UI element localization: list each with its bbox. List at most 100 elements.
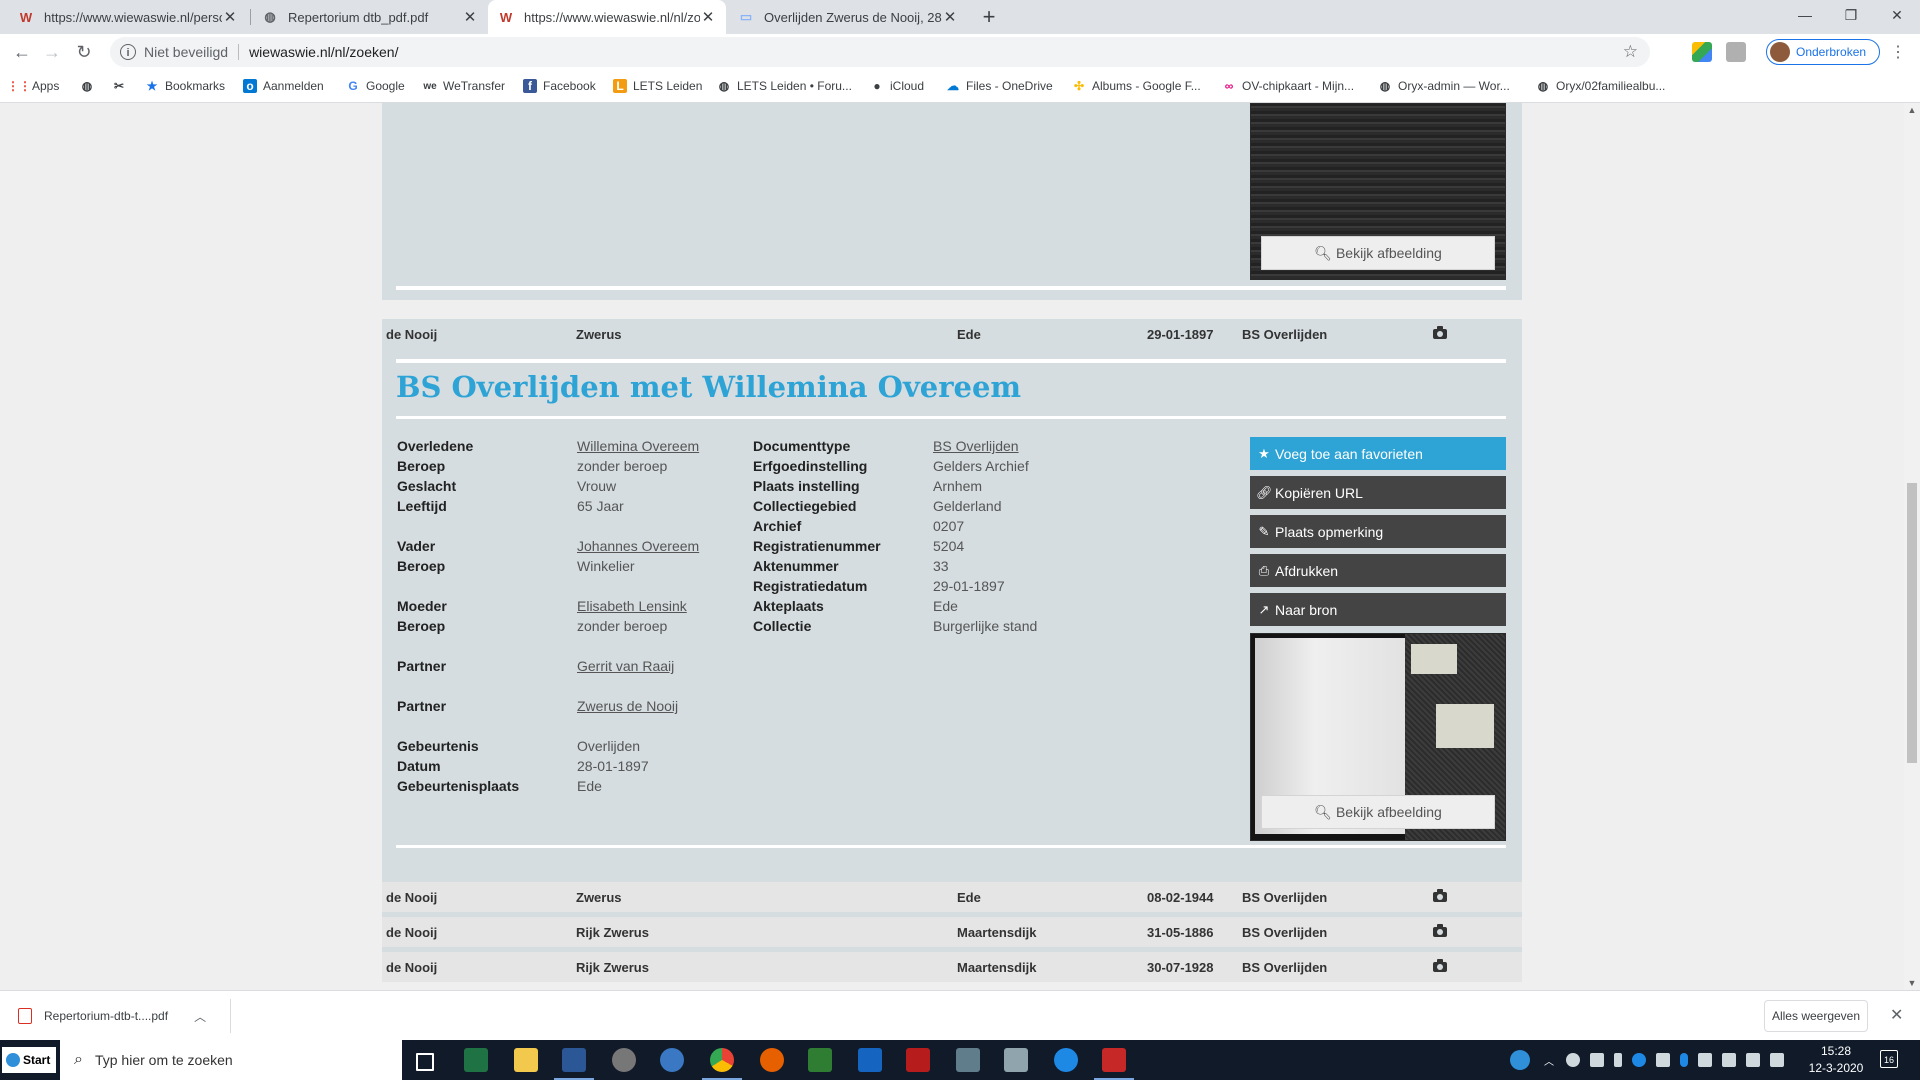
task-view-icon[interactable]	[416, 1053, 434, 1071]
bookmark-oryx-album[interactable]: ◍ Oryx/02familiealbu...	[1536, 70, 1666, 102]
view-image-button[interactable]: 🔍︎ Bekijk afbeelding	[1261, 795, 1495, 829]
file-explorer-icon[interactable]	[514, 1048, 538, 1072]
table-row[interactable]: de Nooij Rijk Zwerus Maartensdijk 30-07-…	[382, 952, 1522, 982]
clock[interactable]: 15:28 12-3-2020	[1806, 1043, 1866, 1077]
tab-4[interactable]: ▭ Overlijden Zwerus de Nooij, 28-0 ✕	[728, 0, 968, 34]
bookmark-google-photos[interactable]: ✣ Albums - Google F...	[1072, 70, 1201, 102]
back-icon[interactable]: ←	[8, 38, 36, 66]
bookmark-facebook[interactable]: f Facebook	[523, 70, 596, 102]
go-to-source-button[interactable]: ↗ Naar bron	[1250, 593, 1506, 626]
camera-icon[interactable]	[1433, 959, 1447, 972]
close-icon[interactable]: ✕	[1890, 1005, 1903, 1025]
bookmark-apps[interactable]: ⋮⋮ Apps	[7, 70, 59, 102]
volume-icon[interactable]	[1746, 1053, 1760, 1067]
tab-2[interactable]: ◍ Repertorium dtb_pdf.pdf ✕	[252, 0, 488, 34]
bookmark-tools[interactable]: ✂	[112, 70, 132, 102]
close-tab-icon[interactable]: ✕	[700, 8, 716, 26]
camera-icon[interactable]	[1433, 924, 1447, 937]
window-app-icon[interactable]	[858, 1048, 882, 1072]
photo-app-icon[interactable]	[1004, 1048, 1028, 1072]
menu-icon[interactable]: ⋮	[1890, 42, 1906, 62]
deceased-link[interactable]: Willemina Overeem	[577, 438, 699, 454]
word-icon[interactable]	[554, 1048, 594, 1080]
close-tab-icon[interactable]: ✕	[462, 8, 478, 26]
add-to-favorites-button[interactable]: ★ Voeg toe aan favorieten	[1250, 437, 1506, 470]
place-comment-button[interactable]: ✎ Plaats opmerking	[1250, 515, 1506, 548]
pdf-extension-icon[interactable]	[1726, 42, 1746, 62]
outlook-icon[interactable]	[660, 1048, 684, 1072]
bookmark-globe[interactable]: ◍	[80, 70, 100, 102]
partner-link[interactable]: Zwerus de Nooij	[577, 698, 678, 714]
keyboard-icon[interactable]	[1770, 1053, 1784, 1067]
bookmark-lets-leiden[interactable]: L LETS Leiden	[613, 70, 702, 102]
network-app-icon[interactable]	[956, 1048, 980, 1072]
copy-url-button[interactable]: 🔗︎ Kopiëren URL	[1250, 476, 1506, 509]
bookmark-star-icon[interactable]: ☆	[1623, 42, 1638, 62]
bookmark-google[interactable]: G Google	[346, 70, 404, 102]
chevron-up-icon[interactable]: ︿	[194, 1008, 206, 1025]
chat-icon[interactable]	[1632, 1053, 1646, 1067]
app-icon[interactable]	[1054, 1048, 1078, 1072]
spreadsheet-icon[interactable]	[808, 1048, 832, 1072]
excel-icon[interactable]	[464, 1048, 488, 1072]
profile-button[interactable]: Onderbroken	[1766, 39, 1880, 65]
bookmark-bookmarks[interactable]: ★ Bookmarks	[145, 70, 225, 102]
view-image-button[interactable]: 🔍︎ Bekijk afbeelding	[1261, 236, 1495, 270]
help-icon[interactable]	[1510, 1050, 1530, 1070]
father-link[interactable]: Johannes Overeem	[577, 538, 699, 554]
taskbar-search[interactable]: ⌕ Typ hier om te zoeken	[60, 1040, 402, 1080]
filezilla-icon[interactable]	[906, 1048, 930, 1072]
scrollbar-thumb[interactable]	[1907, 483, 1917, 763]
dropbox-icon[interactable]	[1698, 1053, 1712, 1067]
bookmark-aanmelden[interactable]: o Aanmelden	[243, 70, 324, 102]
download-item[interactable]: Repertorium-dtb-t....pdf ︿	[18, 991, 206, 1041]
new-tab-button[interactable]: +	[976, 4, 1002, 30]
usb-icon[interactable]	[1614, 1053, 1622, 1067]
bluetooth-icon[interactable]	[1680, 1053, 1688, 1067]
close-tab-icon[interactable]: ✕	[222, 8, 238, 26]
tab-3-active[interactable]: W https://www.wiewaswie.nl/nl/zoe ✕	[488, 0, 726, 34]
bookmark-onedrive[interactable]: ☁ Files - OneDrive	[946, 70, 1053, 102]
show-all-button[interactable]: Alles weergeven	[1764, 1000, 1868, 1032]
settings-icon[interactable]	[612, 1048, 636, 1072]
page-scrollbar[interactable]: ▲ ▼	[1904, 103, 1920, 990]
minimize-icon[interactable]: —	[1782, 0, 1828, 30]
firefox-icon[interactable]	[760, 1048, 784, 1072]
camera-icon[interactable]	[1433, 326, 1447, 339]
chrome-icon[interactable]	[702, 1048, 742, 1080]
forward-icon[interactable]: →	[38, 38, 66, 66]
camera-icon[interactable]	[1433, 889, 1447, 902]
url-text[interactable]: wiewaswie.nl/nl/zoeken/	[249, 44, 398, 60]
scroll-down-icon[interactable]: ▼	[1904, 978, 1920, 988]
bookmark-wetransfer[interactable]: we WeTransfer	[423, 70, 505, 102]
acrobat-icon[interactable]	[1094, 1048, 1134, 1080]
mother-link[interactable]: Elisabeth Lensink	[577, 598, 687, 614]
bookmark-icloud[interactable]: ● iCloud	[870, 70, 924, 102]
google-drive-icon[interactable]	[1692, 42, 1712, 62]
restore-icon[interactable]: ❐	[1828, 0, 1874, 30]
scroll-up-icon[interactable]: ▲	[1904, 105, 1920, 115]
scan-thumbnail[interactable]: 🔍︎ Bekijk afbeelding	[1250, 103, 1506, 280]
start-button[interactable]: Start	[2, 1047, 56, 1073]
documenttype-link[interactable]: BS Overlijden	[933, 438, 1019, 454]
bookmark-lets-forum[interactable]: ◍ LETS Leiden • Foru...	[717, 70, 852, 102]
network-icon[interactable]	[1722, 1053, 1736, 1067]
display-icon[interactable]	[1656, 1053, 1670, 1067]
print-button[interactable]: ⎙ Afdrukken	[1250, 554, 1506, 587]
chevron-up-icon[interactable]: ︿	[1544, 1053, 1558, 1068]
reload-icon[interactable]: ↻	[70, 38, 98, 66]
bookmark-ov-chipkaart[interactable]: ∞ OV-chipkaart - Mijn...	[1222, 70, 1354, 102]
table-row[interactable]: de Nooij Zwerus Ede 08-02-1944 BS Overli…	[382, 882, 1522, 912]
close-window-icon[interactable]: ✕	[1874, 0, 1920, 30]
address-bar[interactable]: i Niet beveiligd wiewaswie.nl/nl/zoeken/…	[110, 37, 1650, 67]
bookmark-oryx-admin[interactable]: ◍ Oryx-admin — Wor...	[1378, 70, 1510, 102]
tab-1[interactable]: W https://www.wiewaswie.nl/person ✕	[8, 0, 248, 34]
notifications-icon[interactable]: 16	[1880, 1050, 1898, 1068]
partner-link[interactable]: Gerrit van Raaij	[577, 658, 674, 674]
onedrive-icon[interactable]	[1590, 1053, 1604, 1067]
info-icon[interactable]: i	[120, 44, 136, 60]
table-row[interactable]: de Nooij Rijk Zwerus Maartensdijk 31-05-…	[382, 917, 1522, 947]
table-row[interactable]: de Nooij Zwerus Ede 29-01-1897 BS Overli…	[382, 319, 1522, 349]
cloud-icon[interactable]	[1566, 1053, 1580, 1067]
scan-thumbnail[interactable]: 🔍︎ Bekijk afbeelding	[1250, 633, 1506, 841]
